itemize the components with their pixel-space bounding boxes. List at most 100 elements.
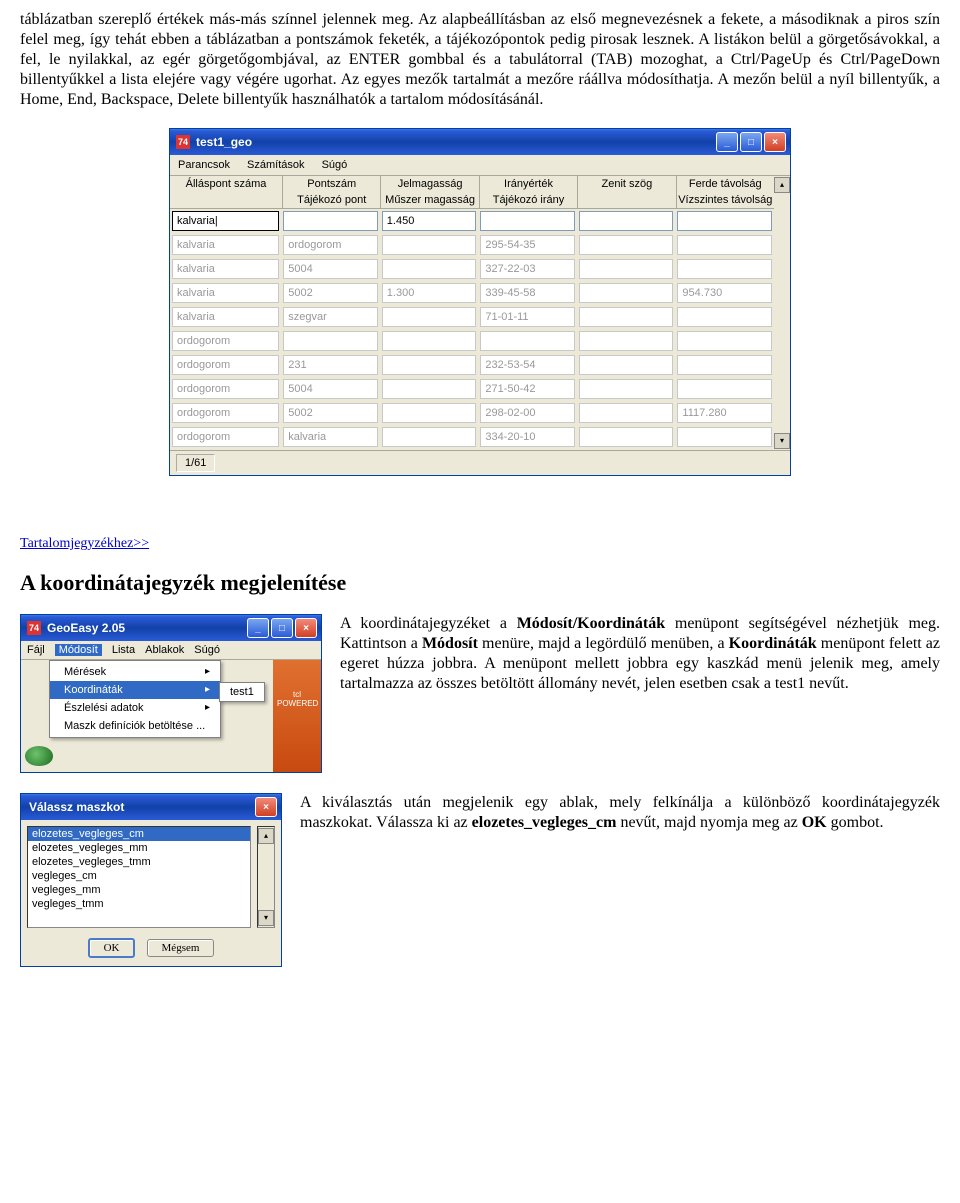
- cell[interactable]: [382, 355, 477, 375]
- cell[interactable]: 298-02-00: [480, 403, 575, 423]
- scroll-down-icon[interactable]: ▾: [258, 910, 274, 926]
- close-button[interactable]: ×: [255, 797, 277, 817]
- cell[interactable]: 1.450: [382, 211, 477, 231]
- cell[interactable]: 5004: [283, 259, 378, 279]
- cell[interactable]: [579, 331, 674, 351]
- cell[interactable]: kalvaria: [283, 427, 378, 447]
- scroll-up-icon[interactable]: ▴: [774, 177, 790, 193]
- cell[interactable]: kalvaria: [172, 259, 279, 279]
- cancel-button[interactable]: Mégsem: [147, 939, 215, 957]
- cell[interactable]: 334-20-10: [480, 427, 575, 447]
- cell[interactable]: ordogorom: [172, 427, 279, 447]
- cell[interactable]: [677, 235, 772, 255]
- app-icon: 74: [176, 135, 190, 149]
- cell[interactable]: [677, 211, 772, 231]
- cell[interactable]: 5002: [283, 403, 378, 423]
- list-item[interactable]: elozetes_vegleges_tmm: [28, 855, 250, 869]
- cell[interactable]: [579, 211, 674, 231]
- menu-fajl[interactable]: Fájl: [27, 644, 45, 656]
- cell[interactable]: 339-45-58: [480, 283, 575, 303]
- close-button[interactable]: ×: [295, 618, 317, 638]
- cell[interactable]: 954.730: [677, 283, 772, 303]
- list-item[interactable]: vegleges_tmm: [28, 897, 250, 911]
- mi-maszk-def[interactable]: Maszk definíciók betöltése ...: [50, 717, 220, 735]
- cell[interactable]: [677, 307, 772, 327]
- cell[interactable]: [382, 403, 477, 423]
- list-item[interactable]: elozetes_vegleges_mm: [28, 841, 250, 855]
- maximize-button[interactable]: □: [740, 132, 762, 152]
- cell[interactable]: [283, 211, 378, 231]
- cell[interactable]: kalvaria: [172, 307, 279, 327]
- mi-koordinatak[interactable]: Koordináták: [50, 681, 220, 699]
- cell[interactable]: [283, 331, 378, 351]
- cell[interactable]: [579, 355, 674, 375]
- cell[interactable]: 295-54-35: [480, 235, 575, 255]
- mask-listbox[interactable]: elozetes_vegleges_cmelozetes_vegleges_mm…: [27, 826, 251, 928]
- cell[interactable]: [382, 427, 477, 447]
- mask-titlebar[interactable]: Válassz maszkot ×: [21, 794, 281, 820]
- cell[interactable]: 5002: [283, 283, 378, 303]
- cell[interactable]: [382, 307, 477, 327]
- cell[interactable]: 1.300: [382, 283, 477, 303]
- cell[interactable]: [677, 427, 772, 447]
- cell[interactable]: [382, 235, 477, 255]
- cell[interactable]: [382, 259, 477, 279]
- cell[interactable]: 232-53-54: [480, 355, 575, 375]
- cell[interactable]: [579, 259, 674, 279]
- cell[interactable]: 327-22-03: [480, 259, 575, 279]
- menu-lista[interactable]: Lista: [112, 644, 135, 656]
- menu-sugo[interactable]: Súgó: [194, 644, 220, 656]
- cell[interactable]: [382, 331, 477, 351]
- cell[interactable]: 231: [283, 355, 378, 375]
- minimize-button[interactable]: _: [247, 618, 269, 638]
- minimize-button[interactable]: _: [716, 132, 738, 152]
- menu-ablakok[interactable]: Ablakok: [145, 644, 184, 656]
- menu-sugo[interactable]: Súgó: [322, 159, 348, 171]
- menu-parancsok[interactable]: Parancsok: [178, 159, 230, 171]
- cell[interactable]: [677, 379, 772, 399]
- vertical-scrollbar[interactable]: ▴ ▾: [774, 176, 790, 450]
- cell[interactable]: 5004: [283, 379, 378, 399]
- mask-scrollbar[interactable]: ▴ ▾: [257, 826, 275, 928]
- geo-titlebar[interactable]: 74 test1_geo _ □ ×: [170, 129, 790, 155]
- cell[interactable]: [579, 379, 674, 399]
- menu-modosit[interactable]: Módosít: [55, 644, 102, 656]
- cell[interactable]: ordogorom: [172, 403, 279, 423]
- cell[interactable]: [579, 283, 674, 303]
- mi-meresek[interactable]: Mérések: [50, 663, 220, 681]
- scroll-down-icon[interactable]: ▾: [774, 433, 790, 449]
- cell[interactable]: ordogorom: [283, 235, 378, 255]
- cell[interactable]: ordogorom: [172, 331, 279, 351]
- scroll-up-icon[interactable]: ▴: [258, 828, 274, 844]
- menuwin-titlebar[interactable]: 74 GeoEasy 2.05 _ □ ×: [21, 615, 321, 641]
- toc-link[interactable]: Tartalomjegyzékhez>>: [20, 536, 149, 552]
- cell[interactable]: kalvaria: [172, 283, 279, 303]
- list-item[interactable]: vegleges_mm: [28, 883, 250, 897]
- submenu-test1[interactable]: test1: [219, 682, 265, 702]
- cell[interactable]: [677, 259, 772, 279]
- cell[interactable]: [677, 355, 772, 375]
- list-item[interactable]: elozetes_vegleges_cm: [28, 827, 250, 841]
- cell[interactable]: kalvaria|: [172, 211, 279, 231]
- cell[interactable]: ordogorom: [172, 379, 279, 399]
- cell[interactable]: [579, 427, 674, 447]
- menu-szamitasok[interactable]: Számítások: [247, 159, 304, 171]
- mi-eszlelesi[interactable]: Észlelési adatok: [50, 699, 220, 717]
- cell[interactable]: 71-01-11: [480, 307, 575, 327]
- cell[interactable]: ordogorom: [172, 355, 279, 375]
- cell[interactable]: [677, 331, 772, 351]
- cell[interactable]: [579, 235, 674, 255]
- close-button[interactable]: ×: [764, 132, 786, 152]
- cell[interactable]: 1117.280: [677, 403, 772, 423]
- cell[interactable]: [480, 331, 575, 351]
- ok-button[interactable]: OK: [88, 938, 136, 958]
- list-item[interactable]: vegleges_cm: [28, 869, 250, 883]
- cell[interactable]: 271-50-42: [480, 379, 575, 399]
- cell[interactable]: szegvar: [283, 307, 378, 327]
- cell[interactable]: [382, 379, 477, 399]
- cell[interactable]: kalvaria: [172, 235, 279, 255]
- cell[interactable]: [579, 403, 674, 423]
- cell[interactable]: [480, 211, 575, 231]
- maximize-button[interactable]: □: [271, 618, 293, 638]
- cell[interactable]: [579, 307, 674, 327]
